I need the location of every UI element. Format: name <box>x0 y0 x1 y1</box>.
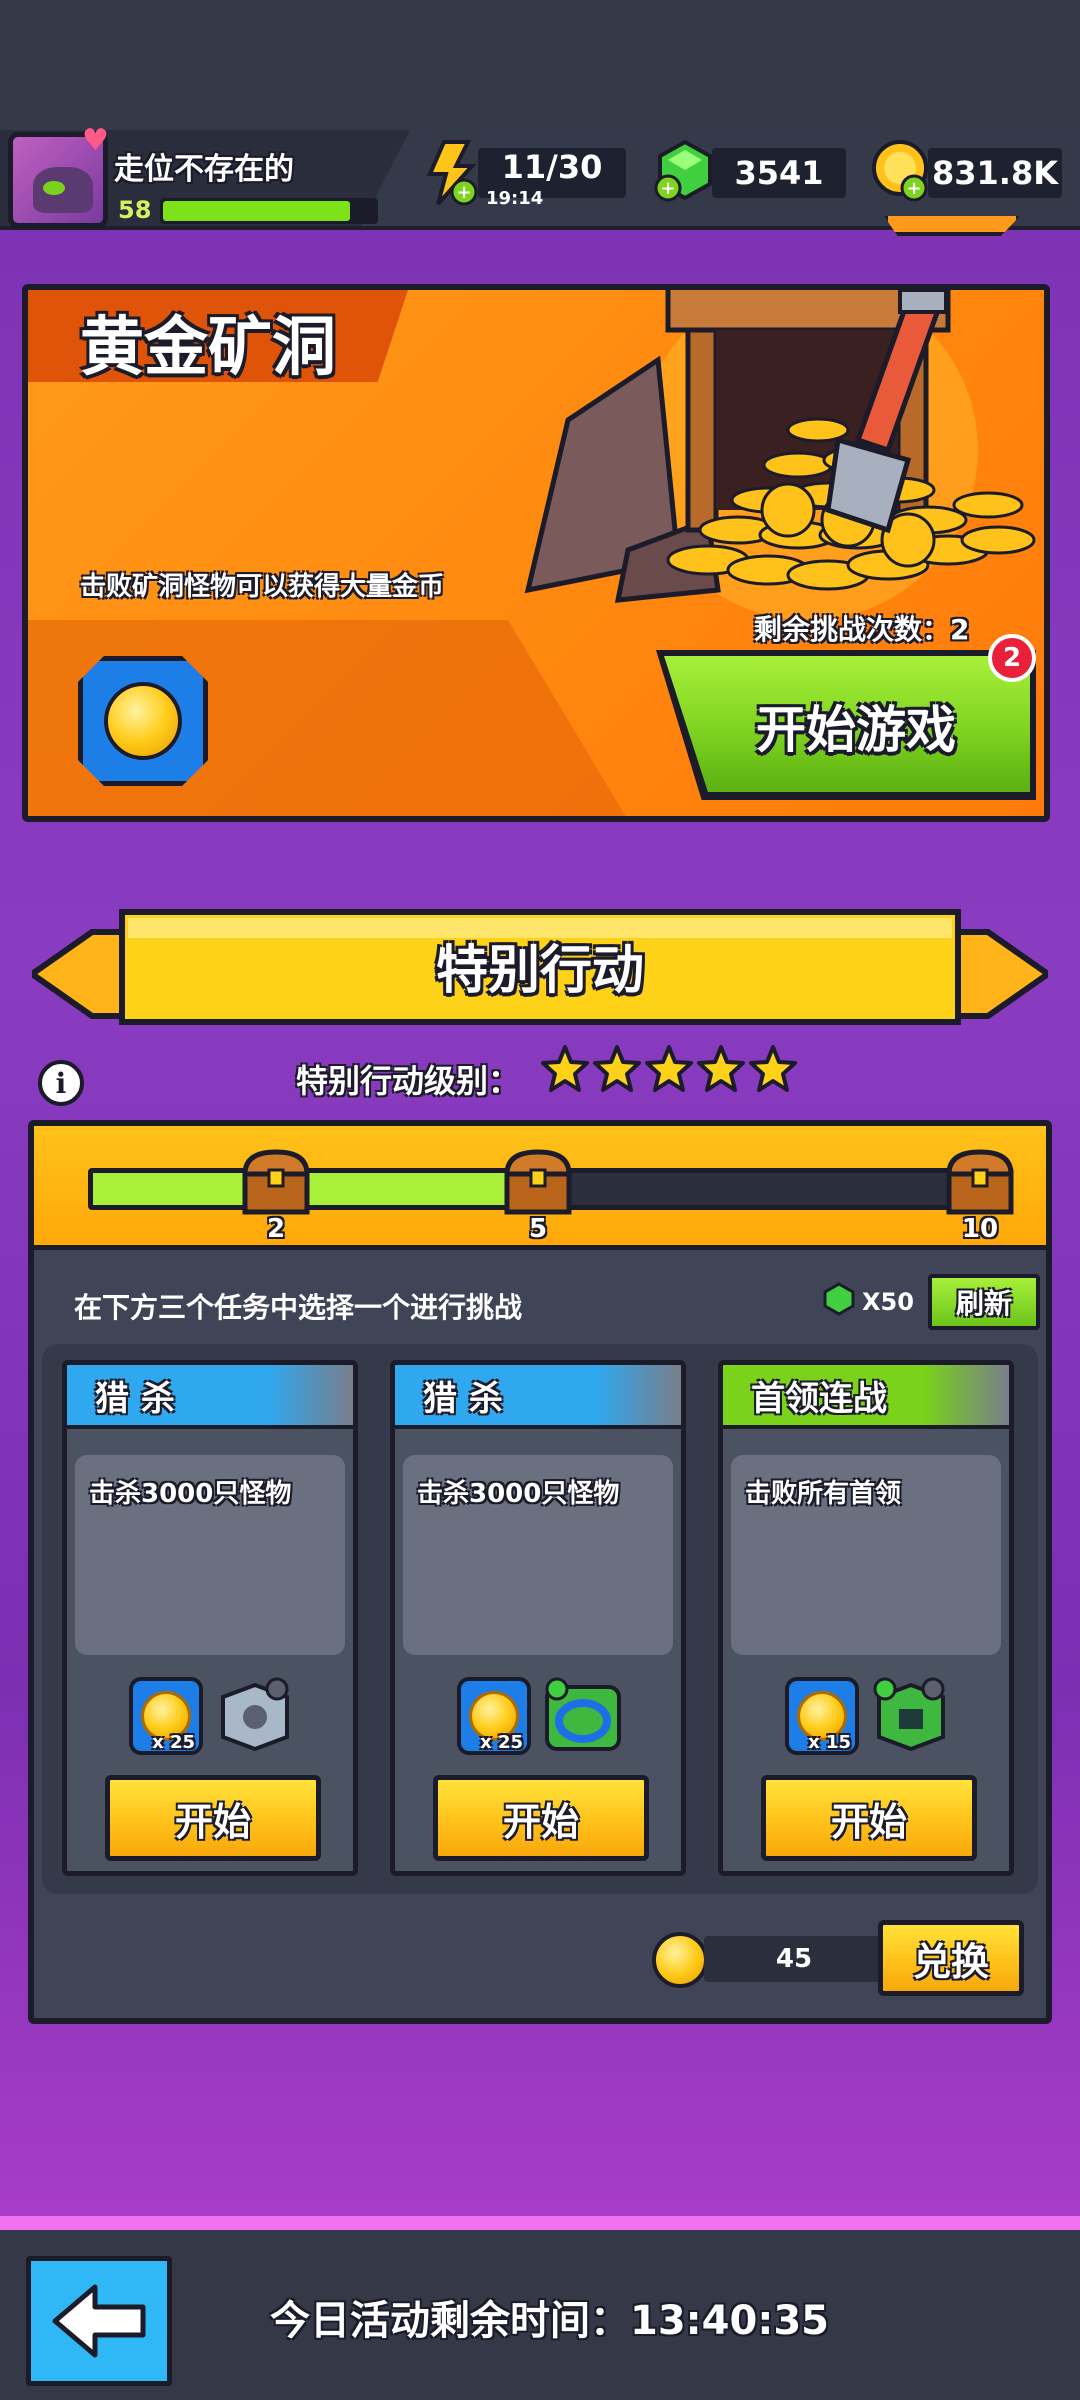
energy-timer: 19:14 <box>486 188 544 209</box>
reward-quantity: x 25 <box>480 1732 523 1753</box>
star-icon <box>540 1044 590 1100</box>
reward-item-icon[interactable] <box>871 1677 951 1755</box>
task-type: 猎 杀 <box>423 1378 503 1419</box>
reward-coin[interactable]: x 15 <box>785 1677 859 1755</box>
task-description-box: 击杀3000只怪物 <box>403 1455 673 1655</box>
back-arrow-icon <box>52 2284 146 2358</box>
level-progress-bar <box>160 198 378 224</box>
reward-item-icon[interactable] <box>543 1677 623 1755</box>
token-icon <box>652 1932 708 1988</box>
svg-text:+: + <box>660 178 675 199</box>
mine-description: 击败矿洞怪物可以获得大量金币 <box>80 572 445 602</box>
exchange-button[interactable]: 兑换 <box>878 1920 1024 1996</box>
special-action-banner: 特别行动 <box>32 902 1048 1046</box>
gem-value: 3541 <box>734 154 824 192</box>
gold-mine-illustration <box>508 290 1044 620</box>
banner-title: 特别行动 <box>435 941 644 1001</box>
gem-counter: 3541 <box>712 148 846 198</box>
level-label: 特别行动级别： <box>296 1062 521 1100</box>
reward-coin[interactable]: x 25 <box>457 1677 531 1755</box>
chest-icon[interactable] <box>946 1148 1014 1218</box>
star-rating <box>540 1044 800 1100</box>
star-icon <box>644 1044 694 1100</box>
task-card[interactable]: 猎 杀 击杀3000只怪物 x 25 开始 <box>62 1360 358 1876</box>
footer-divider <box>0 2216 1080 2230</box>
task-start-button[interactable]: 开始 <box>433 1775 649 1861</box>
gem-icon <box>822 1282 856 1316</box>
token-count-bar: 45 <box>704 1936 884 1982</box>
task-type: 猎 杀 <box>95 1378 175 1419</box>
info-icon[interactable]: i <box>38 1060 84 1106</box>
task-start-label: 开始 <box>830 1799 907 1844</box>
start-game-button[interactable]: 开始游戏 <box>656 650 1036 800</box>
gem-icon[interactable]: + <box>652 138 718 204</box>
svg-text:+: + <box>456 182 471 203</box>
milestone-label: 5 <box>528 1214 548 1244</box>
task-start-button[interactable]: 开始 <box>105 1775 321 1861</box>
token-count: 45 <box>775 1944 813 1974</box>
decor-tab <box>884 216 1020 236</box>
chest-icon[interactable] <box>242 1148 310 1218</box>
task-description-box: 击杀3000只怪物 <box>75 1455 345 1655</box>
task-description: 击杀3000只怪物 <box>417 1479 620 1509</box>
notification-badge: 2 <box>988 634 1036 682</box>
task-start-button[interactable]: 开始 <box>761 1775 977 1861</box>
reward-item-icon[interactable] <box>215 1677 295 1755</box>
reward-quantity: x 15 <box>808 1732 851 1753</box>
milestone-label: 2 <box>266 1214 286 1244</box>
task-start-label: 开始 <box>174 1799 251 1844</box>
star-icon <box>696 1044 746 1100</box>
coin-icon <box>104 682 182 760</box>
energy-value: 11/30 <box>501 148 603 186</box>
player-panel[interactable]: ♥ 走位不存在的 58 <box>0 126 410 234</box>
star-icon <box>748 1044 798 1100</box>
mine-reward-coin[interactable] <box>78 656 208 786</box>
status-bar <box>0 0 1080 120</box>
progress-fill <box>93 1173 548 1205</box>
task-card[interactable]: 猎 杀 击杀3000只怪物 x 25 开始 <box>390 1360 686 1876</box>
mine-title: 黄金矿洞 <box>80 311 336 385</box>
task-card[interactable]: 首领连战 击败所有首领 x 15 开始 <box>718 1360 1014 1876</box>
task-start-label: 开始 <box>502 1799 579 1844</box>
reward-quantity: x 25 <box>152 1732 195 1753</box>
energy-icon[interactable]: + <box>420 140 478 206</box>
milestone-label: 10 <box>961 1214 999 1244</box>
task-type: 首领连战 <box>751 1378 887 1419</box>
coin-icon[interactable]: + <box>868 138 934 204</box>
svg-text:+: + <box>906 178 921 199</box>
exchange-label: 兑换 <box>912 1939 989 1984</box>
coin-counter: 831.8K <box>928 148 1062 198</box>
back-button[interactable] <box>26 2256 172 2386</box>
gold-mine-panel: 黄金矿洞 击败矿洞怪物可以获得大量金币 剩余挑战次数：2 开始游戏 2 <box>22 284 1050 822</box>
reward-coin[interactable]: x 25 <box>129 1677 203 1755</box>
task-description: 击杀3000只怪物 <box>89 1479 292 1509</box>
player-level: 58 <box>118 196 152 224</box>
remaining-attempts: 剩余挑战次数：2 <box>754 613 970 646</box>
refresh-label: 刷新 <box>955 1287 1012 1320</box>
heart-icon: ♥ <box>82 123 109 158</box>
activity-time-remaining: 今日活动剩余时间：13:40:35 <box>270 2298 829 2344</box>
badge-count: 2 <box>1002 643 1022 673</box>
task-description: 击败所有首领 <box>745 1479 902 1509</box>
coin-value: 831.8K <box>931 154 1058 192</box>
player-name: 走位不存在的 <box>114 152 294 187</box>
instruction-text: 在下方三个任务中选择一个进行挑战 <box>74 1291 523 1324</box>
start-game-label: 开始游戏 <box>756 701 956 759</box>
task-description-box: 击败所有首领 <box>731 1455 1001 1655</box>
chest-icon[interactable] <box>504 1148 572 1218</box>
star-icon <box>592 1044 642 1100</box>
refresh-cost: X50 <box>862 1288 914 1316</box>
refresh-button[interactable]: 刷新 <box>928 1274 1040 1330</box>
